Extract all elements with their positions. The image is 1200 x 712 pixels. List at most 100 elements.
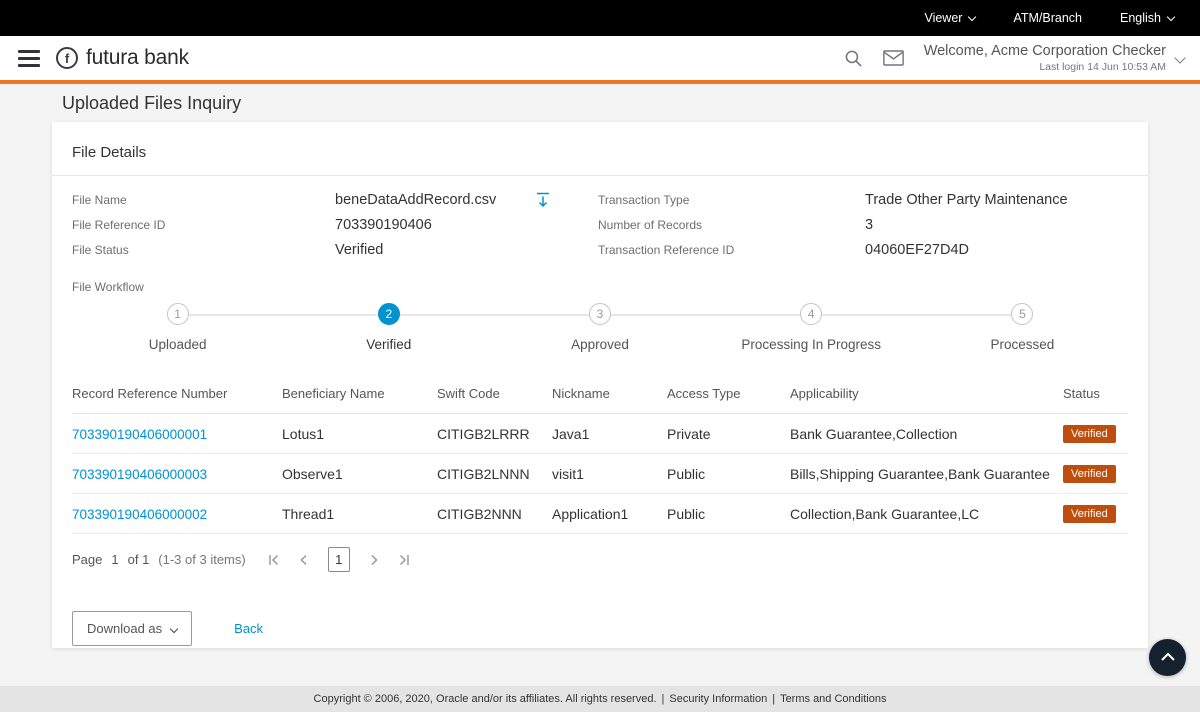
- nickname-cell: Java1: [552, 413, 667, 454]
- step-circle: 2: [377, 303, 400, 325]
- applicability-cell: Bills,Shipping Guarantee,Bank Guarantee: [790, 453, 1063, 494]
- records-table: Record Reference Number Beneficiary Name…: [72, 376, 1128, 534]
- accent-bar: [0, 80, 1200, 84]
- page-number: 1: [111, 552, 119, 567]
- step-processed: 5 Processed: [811, 303, 1128, 352]
- page-label: Page: [72, 552, 103, 567]
- pagination-first-icon[interactable]: [268, 554, 280, 566]
- step-label: Processed: [990, 337, 1055, 352]
- col-beneficiary-name: Beneficiary Name: [282, 376, 437, 414]
- step-verified: 2 Verified: [177, 303, 494, 352]
- section-divider: [52, 175, 1148, 176]
- applicability-cell: Collection,Bank Guarantee,LC: [790, 493, 1063, 534]
- step-label: Approved: [571, 337, 629, 352]
- mail-icon[interactable]: [882, 50, 904, 66]
- welcome-text: Welcome, Acme Corporation Checker: [923, 43, 1166, 59]
- transaction-reference-id-label: Transaction Reference ID: [598, 243, 735, 257]
- footer-separator: |: [772, 693, 776, 705]
- file-details-grid: File Name beneDataAddRecord.csv Transact…: [72, 192, 1128, 258]
- beneficiary-name-cell: Thread1: [282, 493, 437, 534]
- step-uploaded: 1 Uploaded: [72, 303, 283, 352]
- status-badge: Verified: [1063, 505, 1116, 523]
- user-menu[interactable]: Welcome, Acme Corporation Checker Last l…: [923, 43, 1186, 73]
- search-icon[interactable]: [844, 49, 863, 68]
- step-label: Processing In Progress: [741, 337, 881, 352]
- footer-copyright: Copyright © 2006, 2020, Oracle and/or it…: [313, 693, 657, 705]
- swift-code-cell: CITIGB2LRRR: [437, 413, 552, 454]
- step-approved: 3 Approved: [388, 303, 705, 352]
- viewer-menu[interactable]: Viewer: [924, 11, 977, 25]
- record-reference-link[interactable]: 703390190406000002: [72, 507, 207, 522]
- back-link[interactable]: Back: [234, 621, 263, 636]
- step-circle: 3: [589, 303, 611, 325]
- transaction-type-label: Transaction Type: [598, 193, 690, 207]
- footer: Copyright © 2006, 2020, Oracle and/or it…: [0, 686, 1200, 712]
- brand-logo[interactable]: f futura bank: [56, 46, 189, 70]
- col-record-reference-number: Record Reference Number: [72, 376, 282, 414]
- language-menu[interactable]: English: [1120, 11, 1176, 25]
- section-title: File Details: [72, 144, 147, 161]
- record-reference-link[interactable]: 703390190406000003: [72, 467, 207, 482]
- download-file-icon[interactable]: [536, 192, 550, 208]
- last-login-text: Last login 14 Jun 10:53 AM: [1039, 61, 1166, 73]
- current-page-box[interactable]: 1: [327, 547, 350, 572]
- pagination: Page 1 of 1 (1-3 of 3 items) 1: [72, 534, 1128, 585]
- file-reference-id-value: 703390190406: [335, 217, 432, 233]
- beneficiary-name-cell: Observe1: [282, 453, 437, 494]
- number-of-records-label: Number of Records: [598, 218, 703, 232]
- atm-branch-link[interactable]: ATM/Branch: [1013, 11, 1082, 25]
- col-status: Status: [1063, 376, 1128, 414]
- file-details-card: File Details File Name beneDataAddRecord…: [52, 122, 1148, 648]
- language-menu-label: English: [1120, 11, 1161, 25]
- access-type-cell: Public: [667, 453, 790, 494]
- download-as-button[interactable]: Download as: [72, 611, 193, 646]
- page-of-label: of 1: [127, 552, 150, 567]
- chevron-down-icon: [968, 12, 977, 22]
- arrow-up-icon: [1160, 650, 1176, 665]
- applicability-cell: Bank Guarantee,Collection: [790, 413, 1063, 454]
- col-applicability: Applicability: [790, 376, 1063, 414]
- col-nickname: Nickname: [552, 376, 667, 414]
- step-processing-in-progress: 4 Processing In Progress: [599, 303, 917, 352]
- step-label: Verified: [366, 337, 412, 352]
- step-circle: 1: [166, 303, 189, 325]
- file-status-label: File Status: [72, 243, 129, 257]
- terms-and-conditions-link[interactable]: Terms and Conditions: [780, 693, 886, 705]
- swift-code-cell: CITIGB2NNN: [437, 493, 552, 534]
- page-range-label: (1-3 of 3 items): [158, 552, 246, 567]
- table-row: 703390190406000001 Lotus1 CITIGB2LRRR Ja…: [72, 413, 1128, 454]
- file-name-label: File Name: [72, 193, 127, 207]
- file-workflow-label: File Workflow: [72, 280, 144, 294]
- record-reference-link[interactable]: 703390190406000001: [72, 427, 207, 442]
- viewer-menu-label: Viewer: [924, 11, 963, 25]
- access-type-cell: Public: [667, 493, 790, 534]
- status-badge: Verified: [1063, 465, 1116, 483]
- pagination-next-icon[interactable]: [368, 554, 380, 566]
- nickname-cell: visit1: [552, 453, 667, 494]
- atm-branch-label: ATM/Branch: [1013, 11, 1082, 25]
- chevron-down-icon: [1174, 52, 1186, 64]
- access-type-cell: Private: [667, 413, 790, 454]
- pagination-previous-icon[interactable]: [298, 554, 310, 566]
- beneficiary-name-cell: Lotus1: [282, 413, 437, 454]
- transaction-type-value: Trade Other Party Maintenance: [865, 192, 1068, 208]
- scroll-to-top-button[interactable]: [1149, 639, 1186, 676]
- table-row: 703390190406000002 Thread1 CITIGB2NNN Ap…: [72, 493, 1128, 534]
- security-information-link[interactable]: Security Information: [669, 693, 767, 705]
- step-label: Uploaded: [148, 337, 207, 352]
- file-status-value: Verified: [335, 242, 384, 258]
- table-header-row: Record Reference Number Beneficiary Name…: [72, 376, 1128, 414]
- download-as-label: Download as: [87, 621, 163, 636]
- file-name-value: beneDataAddRecord.csv: [335, 192, 497, 208]
- col-access-type: Access Type: [667, 376, 790, 414]
- file-reference-id-label: File Reference ID: [72, 218, 166, 232]
- table-row: 703390190406000003 Observe1 CITIGB2LNNN …: [72, 453, 1128, 494]
- number-of-records-value: 3: [865, 217, 874, 233]
- page-title: Uploaded Files Inquiry: [62, 93, 242, 113]
- hamburger-menu-icon[interactable]: [16, 46, 42, 71]
- pagination-last-icon[interactable]: [398, 554, 410, 566]
- step-circle: 4: [800, 303, 823, 325]
- chevron-down-icon: [1166, 12, 1176, 22]
- col-swift-code: Swift Code: [437, 376, 552, 414]
- brand-name: futura bank: [86, 46, 189, 69]
